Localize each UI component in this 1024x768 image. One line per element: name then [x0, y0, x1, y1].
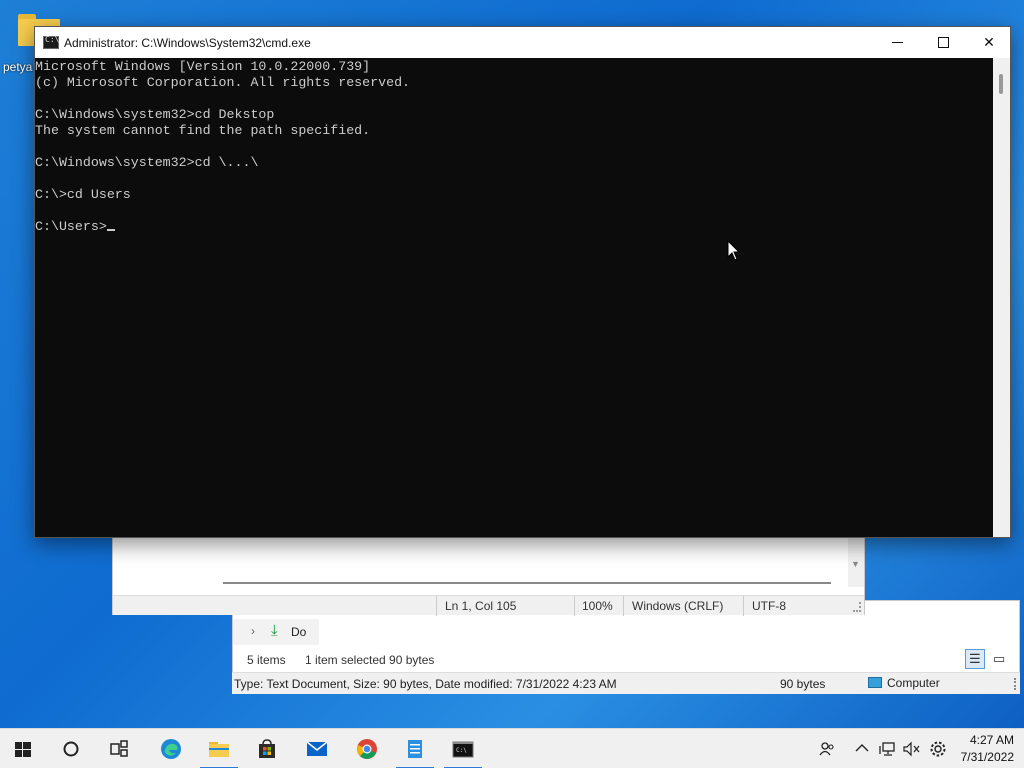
settings-button[interactable] [926, 729, 950, 768]
text-cursor [106, 229, 115, 231]
taskbar-file-explorer[interactable] [196, 729, 242, 768]
gear-icon [930, 741, 946, 757]
nav-item-label: Do [291, 625, 307, 639]
nav-pane-item-downloads[interactable]: › ⤓ Do [233, 619, 319, 645]
chevron-right-icon[interactable]: › [251, 624, 255, 638]
console-line: The system cannot find the path specifie… [35, 123, 371, 138]
console-line: C:\Users> [35, 219, 995, 235]
close-button[interactable]: ✕ [966, 27, 1012, 58]
large-icons-view-icon: ▭ [993, 651, 1006, 666]
item-count: 5 items [247, 653, 286, 667]
large-icons-view-button[interactable]: ▭ [989, 649, 1009, 669]
notepad-window: ▼ Ln 1, Col 105 100% Windows (CRLF) UTF-… [112, 536, 865, 616]
folder-icon [209, 742, 229, 757]
title-bar[interactable]: C:\ Administrator: C:\Windows\System32\c… [35, 27, 1010, 58]
task-view-icon [110, 740, 128, 757]
people-icon [819, 742, 834, 756]
chrome-icon [357, 739, 377, 759]
show-hidden-icons-button[interactable] [852, 729, 872, 768]
network-icon [879, 742, 895, 756]
volume-muted-icon [903, 741, 920, 757]
line-endings: Windows (CRLF) [632, 599, 724, 613]
details-view-button[interactable]: ☰ [965, 649, 985, 669]
minimize-button[interactable] [874, 27, 920, 58]
location-label: Computer [887, 676, 940, 690]
computer-icon [868, 677, 882, 688]
clock[interactable]: 4:27 AM 7/31/2022 [961, 732, 1014, 766]
console-line: C:\Windows\system32>cd \...\ [35, 155, 259, 170]
taskbar-store[interactable] [244, 729, 290, 768]
taskbar-mail[interactable] [294, 729, 340, 768]
taskbar-chrome[interactable] [344, 729, 390, 768]
desktop-icon-label: petya [3, 60, 33, 74]
command-prompt-window[interactable]: C:\ Administrator: C:\Windows\System32\c… [34, 26, 1011, 538]
search-icon [63, 741, 79, 757]
explorer-details-bar: Type: Text Document, Size: 90 bytes, Dat… [232, 672, 1020, 694]
encoding: UTF-8 [752, 599, 786, 613]
console-line: C:\>cd Users [35, 187, 131, 202]
selection-info: 1 item selected 90 bytes [305, 653, 435, 667]
taskbar-notepad[interactable] [392, 729, 438, 768]
zoom-level: 100% [582, 599, 613, 613]
resize-grip[interactable] [853, 602, 861, 612]
taskbar-edge[interactable] [148, 729, 194, 768]
terminal-icon: C:\ [452, 741, 474, 758]
taskbar: C:\ 4:27 AM 7/31/2022 [0, 728, 1024, 768]
svg-text:C:\: C:\ [456, 747, 467, 754]
console-line: C:\Windows\system32>cd Dekstop [35, 107, 275, 122]
mail-icon [306, 741, 328, 756]
explorer-status-bar: 5 items 1 item selected 90 bytes ☰ ▭ [233, 649, 1019, 671]
clock-time: 4:27 AM [969, 733, 1014, 747]
horizontal-scrollbar[interactable] [223, 582, 831, 584]
clock-date: 7/31/2022 [960, 750, 1014, 764]
minimize-icon [891, 42, 903, 43]
location-zone: Computer [868, 676, 940, 690]
task-view-button[interactable] [96, 729, 142, 768]
vertical-scrollbar[interactable]: ▼ [848, 537, 864, 587]
chevron-up-icon [855, 744, 869, 752]
console-output[interactable]: Microsoft Windows [Version 10.0.22000.73… [35, 58, 995, 537]
resize-grip[interactable] [1014, 678, 1016, 690]
notepad-status-bar: Ln 1, Col 105 100% Windows (CRLF) UTF-8 [113, 595, 864, 616]
notepad-icon [408, 740, 422, 758]
start-button[interactable] [0, 729, 46, 768]
maximize-button[interactable] [920, 27, 966, 58]
network-button[interactable] [876, 729, 898, 768]
console-scrollbar[interactable] [993, 58, 1010, 537]
file-size: 90 bytes [780, 677, 826, 691]
download-icon: ⤓ [271, 622, 278, 639]
scrollbar-thumb[interactable] [999, 74, 1003, 94]
file-details: Type: Text Document, Size: 90 bytes, Dat… [234, 677, 617, 691]
people-button[interactable] [816, 729, 838, 768]
scroll-down-icon[interactable]: ▼ [851, 559, 860, 569]
search-button[interactable] [48, 729, 94, 768]
taskbar-cmd[interactable]: C:\ [440, 729, 486, 768]
volume-button[interactable] [900, 729, 922, 768]
window-title: Administrator: C:\Windows\System32\cmd.e… [64, 36, 311, 50]
windows-logo-icon [15, 742, 31, 757]
console-line: (c) Microsoft Corporation. All rights re… [35, 75, 411, 90]
cursor-position: Ln 1, Col 105 [445, 599, 517, 613]
edge-icon [161, 739, 181, 759]
console-line: Microsoft Windows [Version 10.0.22000.73… [35, 59, 371, 74]
maximize-icon [937, 37, 949, 48]
details-view-icon: ☰ [969, 651, 981, 666]
close-icon: ✕ [983, 34, 995, 50]
store-icon [259, 739, 275, 758]
cmd-icon: C:\ [43, 35, 59, 49]
